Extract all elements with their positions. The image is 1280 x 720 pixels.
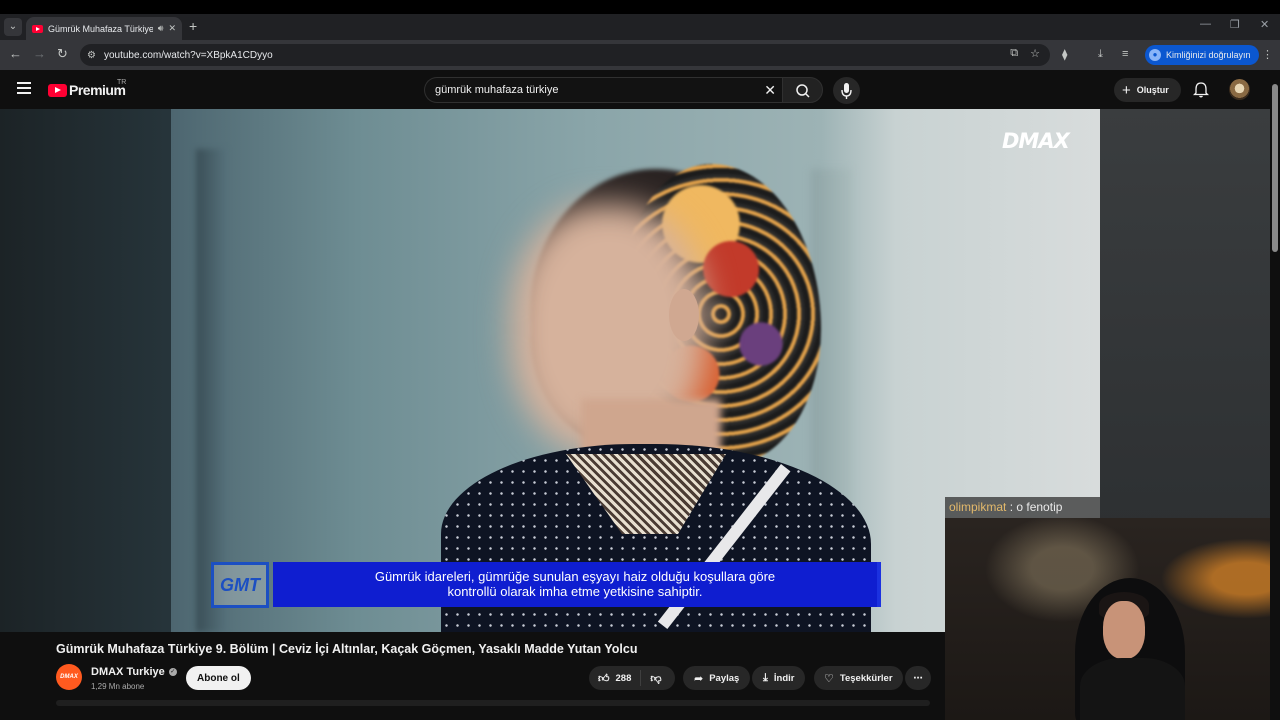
address-bar-row: ← → ↻ ⚙︎ youtube.com/watch?v=XBpkA1CDyyo… (0, 40, 1280, 70)
video-subject-ear (669, 289, 699, 341)
more-horizontal-icon: ⋯ (913, 672, 923, 684)
search-button[interactable] (782, 77, 823, 103)
browser-menu-icon[interactable]: ⋮ (1262, 48, 1273, 61)
restore-icon[interactable]: ❐ (1230, 18, 1240, 31)
thumbs-up-icon: 👍︎ (598, 672, 610, 685)
tab-search-button[interactable]: ⌄ (4, 18, 22, 36)
reload-icon[interactable]: ↻ (57, 46, 68, 62)
microphone-icon (841, 83, 852, 99)
streamer-face (1103, 601, 1145, 659)
thanks-button[interactable]: ♡ Teşekkürler (814, 666, 903, 690)
like-dislike-group: 👍︎ 288 👎︎ (589, 666, 675, 690)
download-button[interactable]: ⤓ İndir (752, 666, 806, 690)
reading-list-icon[interactable]: ≡ (1122, 48, 1128, 60)
channel-name-row[interactable]: DMAX Turkiye ✓ (91, 666, 177, 678)
youtube-favicon-icon (32, 24, 43, 33)
share-label: Paylaş (709, 672, 740, 684)
menu-icon[interactable] (17, 82, 31, 94)
share-arrow-icon: ➦ (694, 672, 704, 685)
url-text[interactable]: youtube.com/watch?v=XBpkA1CDyyo (104, 50, 273, 61)
scrollbar-thumb[interactable] (1272, 84, 1278, 252)
voice-search-button[interactable] (833, 77, 860, 104)
profile-icon: ● (1149, 49, 1161, 61)
video-info-panel: Gümrük Muhafaza Türkiye 9. Bölüm | Ceviz… (0, 632, 945, 720)
window-top-strip (0, 0, 1280, 14)
close-tab-icon[interactable]: ✕ (168, 23, 176, 34)
new-tab-button[interactable]: + (189, 18, 197, 34)
dmax-watermark: DMAX (1002, 129, 1070, 153)
omnibox[interactable]: ⚙︎ youtube.com/watch?v=XBpkA1CDyyo ⧉ ☆ (80, 44, 1050, 66)
subtitle-line-2: kontrollü olarak imha etme yetkisine sah… (447, 584, 703, 599)
youtube-play-icon (48, 83, 67, 97)
chat-text: : o fenotip (1009, 500, 1063, 514)
download-icon: ⤓ (763, 671, 768, 684)
notifications-bell-icon[interactable] (1193, 81, 1209, 98)
like-count: 288 (615, 672, 632, 684)
thanks-label: Teşekkürler (839, 672, 893, 684)
create-label: Oluştur (1136, 85, 1169, 95)
plus-icon: + (1122, 81, 1131, 99)
more-actions-button[interactable]: ⋯ (905, 666, 931, 690)
thumbs-down-icon: 👎︎ (650, 672, 662, 685)
subtitle-line-1: Gümrük idareleri, gümrüğe sunulan eşyayı… (374, 569, 776, 584)
site-info-icon[interactable]: ⚙︎ (87, 50, 96, 61)
channel-avatar[interactable]: DMAX (56, 664, 82, 690)
back-icon[interactable]: ← (9, 46, 22, 61)
search-value: gümrük muhafaza türkiye (435, 84, 559, 96)
browser-tab[interactable]: Gümrük Muhafaza Türkiye 9. 🔊︎ ✕ (26, 17, 182, 40)
tab-title: Gümrük Muhafaza Türkiye 9. (48, 23, 153, 34)
subtitle-banner: GMT Gümrük idareleri, gümrüğe sunulan eş… (211, 562, 881, 608)
subscriber-count: 1,29 Mn abone (91, 682, 145, 691)
install-app-icon[interactable]: ⧉ (1010, 47, 1018, 60)
minimize-icon[interactable]: — (1200, 18, 1211, 30)
description-box-edge (56, 700, 930, 706)
forward-icon[interactable]: → (33, 46, 46, 61)
super-thanks-icon: ♡ (824, 672, 834, 685)
background-pillar (196, 149, 226, 632)
youtube-header: Premium TR gümrük muhafaza türkiye ✕ + O… (0, 70, 1280, 109)
share-button[interactable]: ➦ Paylaş (683, 666, 751, 690)
dislike-button[interactable]: 👎︎ (641, 672, 661, 685)
streamer-body (1080, 658, 1185, 720)
search-icon (796, 84, 810, 98)
extensions-icon[interactable]: ⧫ (1062, 48, 1067, 61)
speaker-icon[interactable]: 🔊︎ (158, 23, 164, 34)
tab-bar: ⌄ Gümrük Muhafaza Türkiye 9. 🔊︎ ✕ + — ❐ … (0, 14, 1280, 40)
region-code: TR (117, 79, 127, 86)
profile-verify-label: Kimliğinizi doğrulayın (1166, 50, 1251, 60)
like-button[interactable]: 👍︎ 288 (589, 670, 642, 686)
chat-username: olimpikmat (949, 500, 1007, 514)
streamer-webcam (945, 518, 1280, 720)
download-label: İndir (773, 672, 795, 684)
verified-check-icon: ✓ (168, 668, 177, 676)
profile-verify-button[interactable]: ● Kimliğinizi doğrulayın (1145, 45, 1259, 65)
downloads-icon[interactable]: ⤓ (1098, 48, 1103, 61)
close-window-icon[interactable]: ✕ (1260, 18, 1269, 31)
gmt-logo: GMT (211, 562, 269, 608)
search-input[interactable]: gümrük muhafaza türkiye ✕ (424, 77, 782, 103)
bookmark-star-icon[interactable]: ☆ (1030, 47, 1040, 60)
stream-chat-message: olimpikmat : o fenotip (945, 497, 1100, 518)
clear-search-icon[interactable]: ✕ (764, 82, 776, 99)
youtube-logo[interactable]: Premium (48, 82, 126, 98)
page-scrollbar[interactable] (1270, 70, 1280, 720)
video-title: Gümrük Muhafaza Türkiye 9. Bölüm | Ceviz… (56, 642, 638, 656)
channel-name[interactable]: DMAX Turkiye (91, 666, 165, 678)
user-avatar[interactable] (1229, 79, 1250, 100)
subscribe-button[interactable]: Abone ol (186, 666, 251, 690)
subtitle-box: Gümrük idareleri, gümrüğe sunulan eşyayı… (273, 562, 881, 607)
create-button[interactable]: + Oluştur (1114, 78, 1181, 102)
